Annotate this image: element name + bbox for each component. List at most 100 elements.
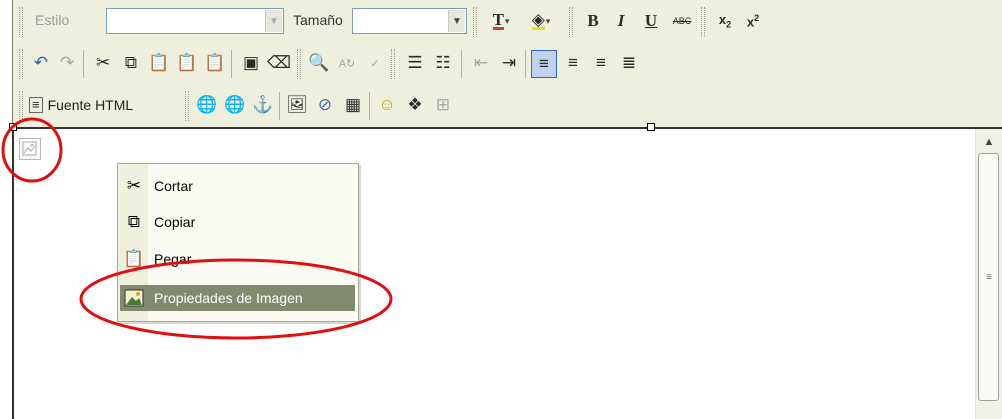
scroll-up-arrow-icon[interactable]: ▲ (982, 135, 996, 149)
strikethrough-button[interactable]: ABC (667, 8, 697, 34)
bulleted-list-button[interactable]: ☷ (431, 50, 455, 76)
insert-form-button[interactable]: ⊞ (431, 92, 455, 118)
special-character-button[interactable]: ❖ (403, 92, 427, 118)
bulleted-list-icon: ☷ (435, 53, 451, 72)
paste-word-icon: 📋 (204, 53, 226, 72)
justify-icon: ≣ (621, 53, 637, 72)
dropdown-arrow-icon: ▾ (545, 15, 551, 26)
eraser-icon: ⌫ (266, 53, 292, 72)
copy-button[interactable]: ⧉ (119, 50, 143, 76)
paste-button[interactable]: 📋 (147, 50, 171, 76)
scrollbar-grip-icon: ≡ (986, 272, 992, 283)
menu-item-cut[interactable]: ✂ Cortar (120, 173, 355, 199)
source-document-icon: ≡ (29, 97, 43, 113)
paste-word-button[interactable]: 📋 (203, 50, 227, 76)
superscript-icon: x2 (746, 12, 760, 30)
align-center-button[interactable]: ≡ (561, 50, 585, 76)
toolbar-row-2: ↶ ↷ ✂ ⧉ 📋 📋 📋 ▣ ⌫ 🔍 A↻ ✓ ☰ ☷ ⇤ ⇥ ≡ ≡ ≡ ≣ (13, 44, 1002, 84)
toolbar-grip[interactable] (19, 7, 23, 37)
remove-link-button[interactable]: 🌐 (223, 92, 247, 118)
toolbar-separator (369, 92, 370, 120)
align-left-button[interactable]: ≡ (531, 50, 557, 78)
align-right-button[interactable]: ≡ (589, 50, 613, 76)
html-source-button[interactable]: ≡ Fuente HTML (29, 92, 177, 118)
underline-button[interactable]: U (639, 8, 663, 34)
spellcheck-button[interactable]: ✓ (363, 50, 387, 76)
toolbar-grip (473, 7, 477, 37)
menu-item-label: Pegar (154, 251, 192, 267)
toolbar-separator (279, 92, 280, 120)
undo-icon: ↶ (33, 53, 49, 72)
scissors-icon: ✂ (95, 53, 111, 72)
size-label: Tamaño (293, 12, 343, 28)
menu-item-label: Cortar (154, 178, 193, 194)
menu-item-copy[interactable]: ⧉ Copiar (120, 209, 355, 235)
image-icon: 🖼 (286, 95, 308, 114)
find-button[interactable]: 🔍 (307, 50, 331, 76)
copy-icon: ⧉ (127, 212, 141, 231)
toolbar-row-1: Estilo ▼ Tamaño ▼ T ▾ ◈ ▾ B I U ABC x2 x2 (13, 2, 1002, 42)
toolbar-separator (231, 50, 232, 78)
resize-handle-top-center[interactable] (647, 123, 655, 131)
numbered-list-button[interactable]: ☰ (403, 50, 427, 76)
html-source-label: Fuente HTML (47, 97, 134, 113)
toolbar-row-3: ≡ Fuente HTML 🌐 🌐 ⚓ 🖼 ⊘ ▦ ☺ ❖ ⊞ (13, 86, 1002, 126)
style-select[interactable]: ▼ (106, 8, 284, 34)
table-icon: ▦ (344, 95, 362, 114)
menu-item-image-properties[interactable]: Propiedades de Imagen (120, 285, 355, 311)
anchor-button[interactable]: ⚓ (251, 92, 275, 118)
copy-icon: ⧉ (124, 53, 138, 72)
style-label: Estilo (35, 12, 70, 28)
undo-button[interactable]: ↶ (29, 50, 53, 76)
superscript-button[interactable]: x2 (741, 8, 765, 34)
redo-button[interactable]: ↷ (55, 50, 79, 76)
resize-handle-top-left[interactable] (9, 123, 17, 131)
indent-button[interactable]: ⇥ (497, 50, 521, 76)
image-placeholder[interactable] (19, 138, 41, 160)
bold-button[interactable]: B (581, 8, 605, 34)
menu-item-paste[interactable]: 📋 Pegar (120, 246, 355, 272)
replace-button[interactable]: A↻ (335, 50, 359, 76)
toolbar-grip (569, 7, 573, 37)
flash-icon: ⊘ (317, 95, 333, 114)
broken-image-icon (22, 141, 37, 156)
outdent-button[interactable]: ⇤ (469, 50, 493, 76)
toolbar-separator (461, 50, 462, 78)
insert-table-button[interactable]: ▦ (341, 92, 365, 118)
scissors-icon: ✂ (126, 176, 142, 195)
underline-icon: U (644, 11, 658, 30)
insert-image-button[interactable]: 🖼 (285, 92, 309, 118)
insert-flash-button[interactable]: ⊘ (313, 92, 337, 118)
insert-smiley-button[interactable]: ☺ (375, 92, 399, 118)
justify-button[interactable]: ≣ (617, 50, 641, 76)
paint-bucket-icon: ◈ (531, 10, 545, 30)
menu-item-label: Copiar (154, 214, 196, 230)
size-select[interactable]: ▼ (352, 8, 467, 34)
indent-icon: ⇥ (501, 53, 517, 72)
strikethrough-icon: ABC (672, 16, 692, 26)
globe-link-icon: 🌐 (196, 95, 218, 114)
bold-icon: B (587, 11, 599, 30)
subscript-icon: x2 (718, 12, 732, 30)
vertical-scrollbar[interactable]: ▲ ≡ (975, 129, 1002, 419)
chevron-down-icon: ▼ (265, 10, 282, 32)
paste-text-button[interactable]: 📋 (175, 50, 199, 76)
insert-link-button[interactable]: 🌐 (195, 92, 219, 118)
select-all-button[interactable]: ▣ (239, 50, 263, 76)
subscript-button[interactable]: x2 (713, 8, 737, 34)
background-color-button[interactable]: ◈ ▾ (523, 8, 559, 34)
redo-icon: ↷ (59, 53, 75, 72)
paste-icon: 📋 (148, 53, 170, 72)
cut-button[interactable]: ✂ (91, 50, 115, 76)
select-all-icon: ▣ (242, 53, 260, 72)
scrollbar-thumb[interactable]: ≡ (978, 153, 999, 401)
image-icon (120, 285, 148, 311)
image-properties-icon (124, 289, 144, 307)
align-center-icon: ≡ (568, 53, 578, 72)
text-color-button[interactable]: T ▾ (483, 8, 519, 34)
toolbar-grip (19, 91, 23, 121)
replace-icon: A↻ (338, 57, 356, 70)
toolbar-grip (19, 49, 23, 79)
italic-button[interactable]: I (609, 8, 633, 34)
remove-format-button[interactable]: ⌫ (267, 50, 291, 76)
